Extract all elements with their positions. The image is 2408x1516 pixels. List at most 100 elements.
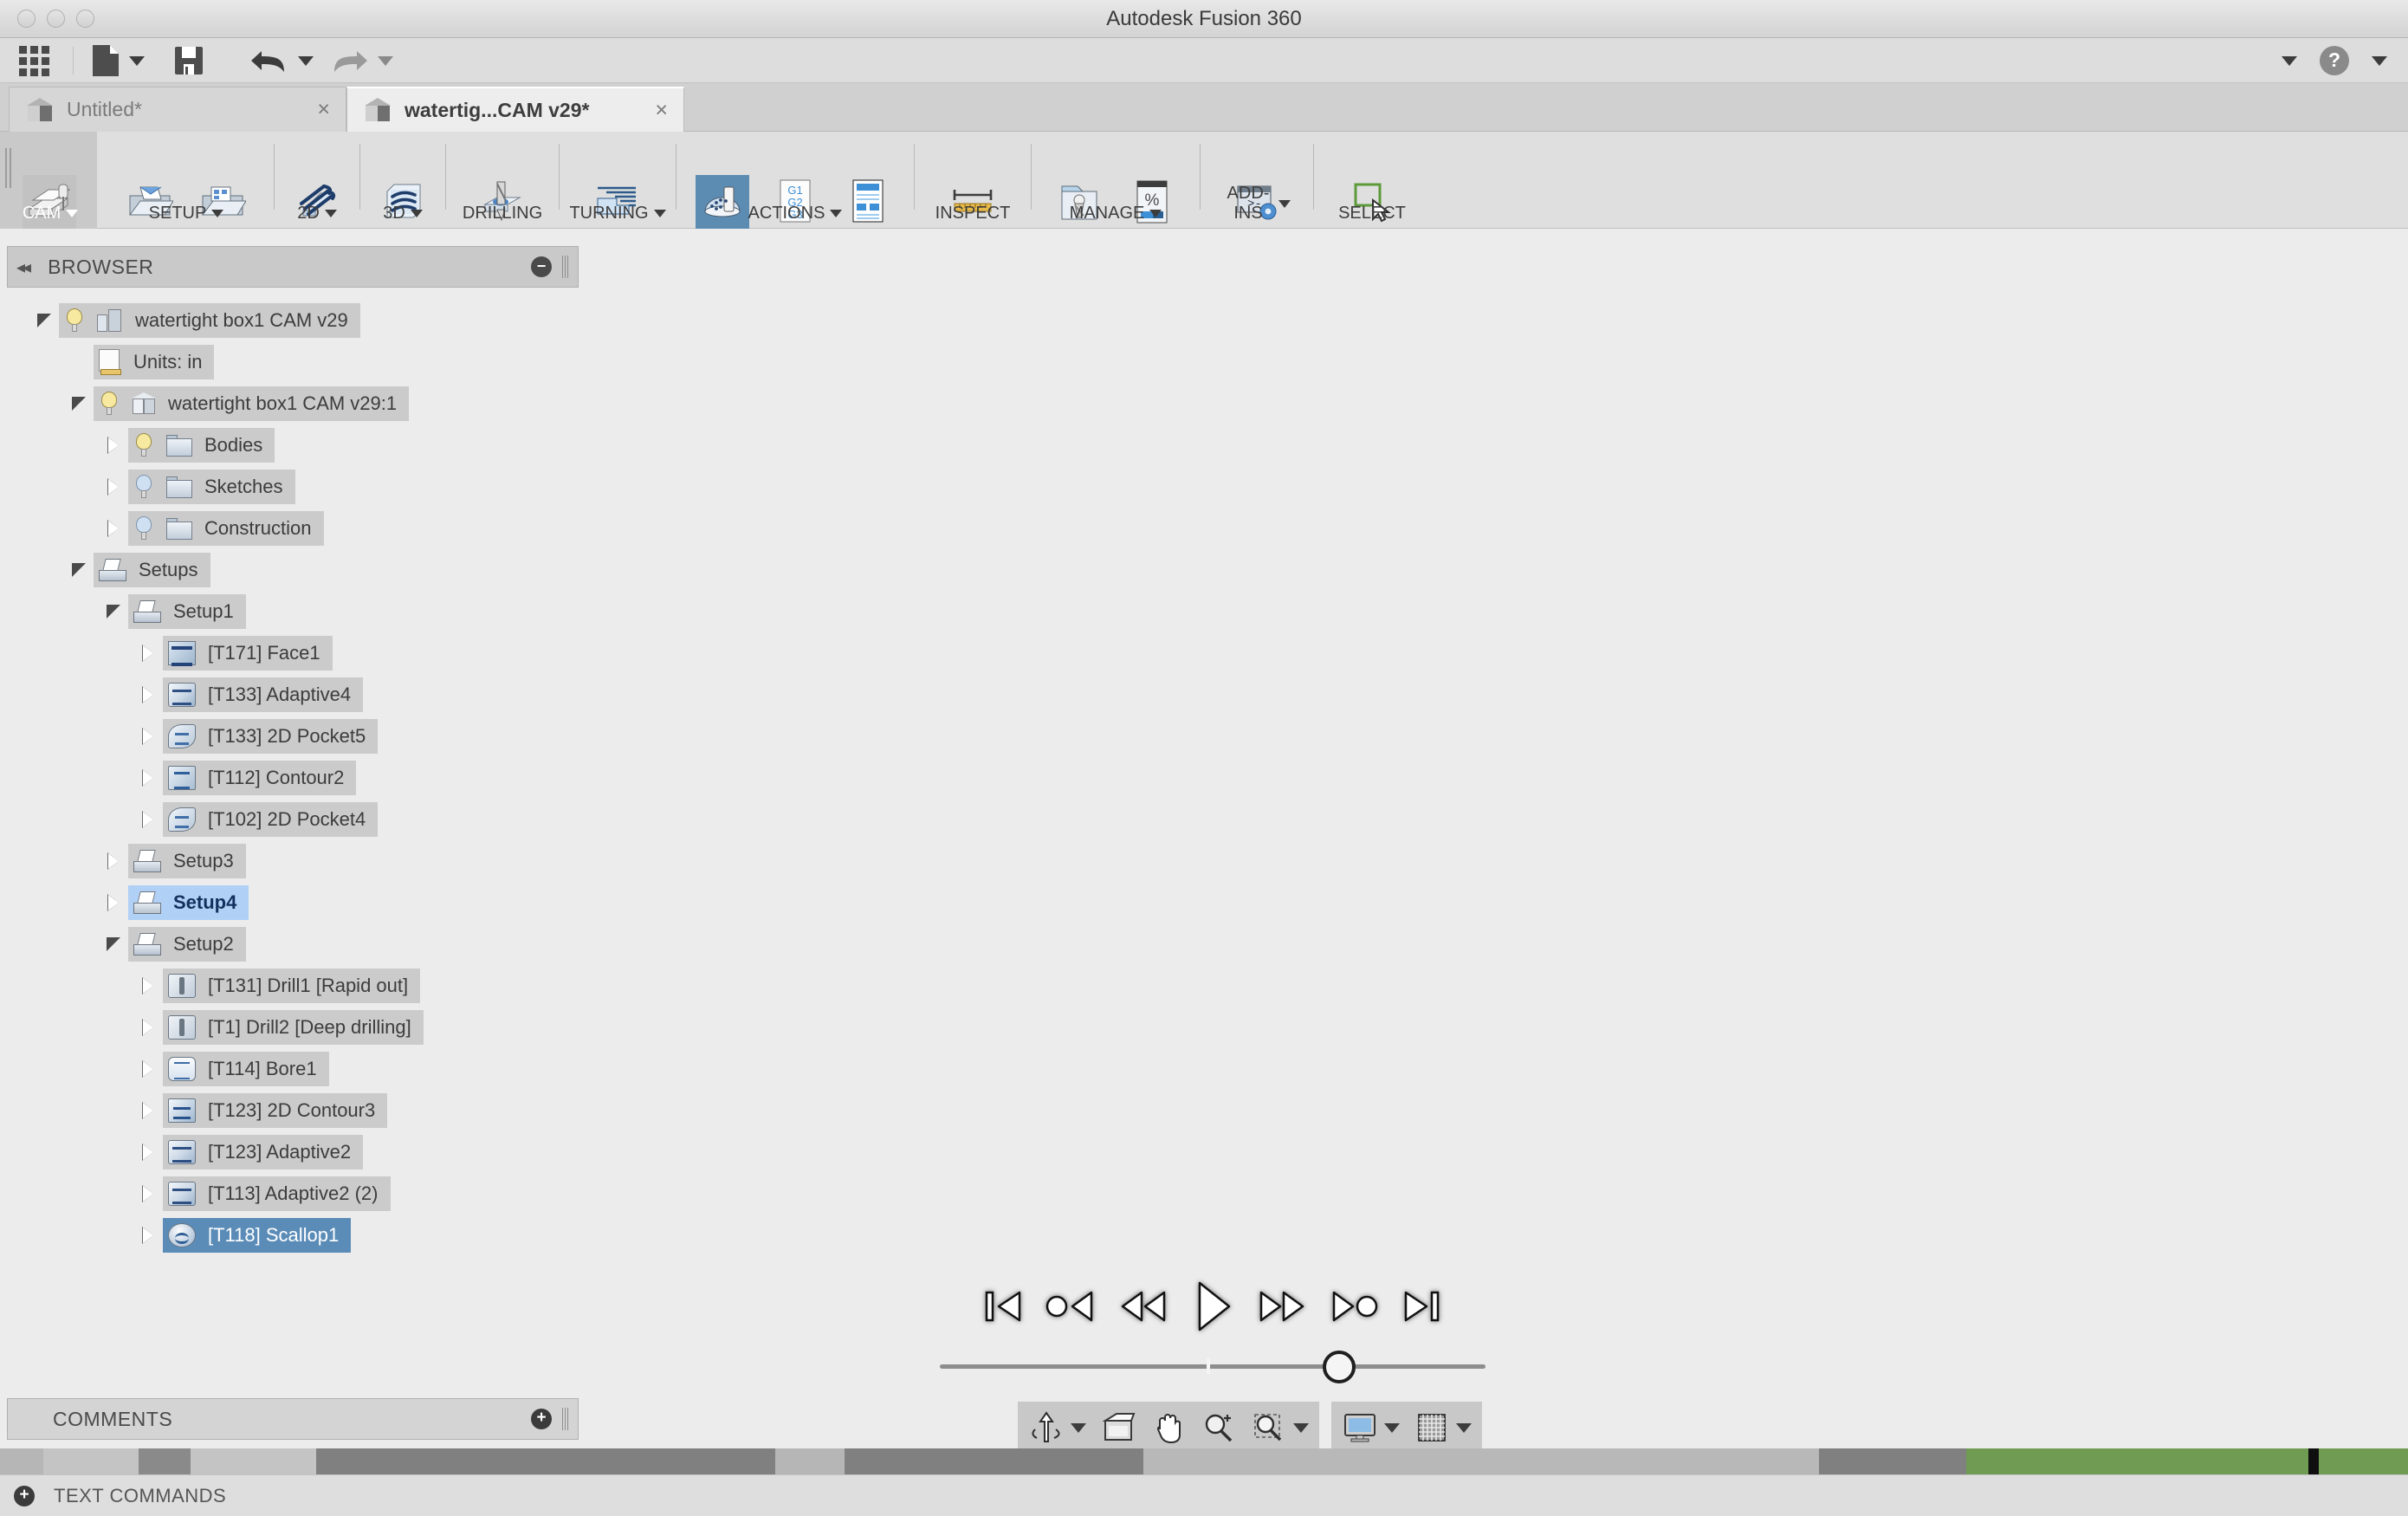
chevron-collapsed-icon[interactable] — [141, 977, 154, 994]
chevron-collapsed-icon[interactable] — [141, 811, 154, 828]
ribbon-group-label-manage[interactable]: MANAGE — [1045, 204, 1186, 224]
orbit-button[interactable] — [1028, 1409, 1086, 1446]
chevron-collapsed-icon[interactable] — [141, 728, 154, 745]
visibility-bulb-icon[interactable] — [133, 475, 154, 499]
tree-item-content[interactable]: watertight box1 CAM v29 — [59, 303, 360, 338]
ribbon-group-label-drilling[interactable]: DRILLING — [463, 204, 542, 224]
tree-item-content[interactable]: [T133] 2D Pocket5 — [163, 719, 379, 754]
tree-twisty[interactable] — [133, 1019, 163, 1036]
chevron-collapsed-icon[interactable] — [141, 769, 154, 787]
step-back-operation-button[interactable] — [1043, 1284, 1098, 1333]
undo-button[interactable] — [249, 38, 314, 83]
skip-to-end-button[interactable] — [1399, 1284, 1444, 1333]
tree-item-t123-adaptive2[interactable]: [T123] Adaptive2 — [0, 1131, 589, 1173]
ribbon-group-2d[interactable]: 2D — [278, 132, 356, 229]
tree-twisty[interactable] — [99, 894, 128, 911]
ribbon-group-turning[interactable]: TURNING — [563, 132, 672, 229]
status-bar[interactable]: + TEXT COMMANDS — [0, 1474, 2408, 1516]
ribbon-group-label-turning[interactable]: TURNING — [569, 204, 666, 224]
skip-to-start-button[interactable] — [981, 1284, 1026, 1333]
tree-item-content[interactable]: watertight box1 CAM v29:1 — [94, 386, 410, 421]
save-button[interactable] — [173, 38, 204, 83]
tree-twisty[interactable] — [133, 1227, 163, 1244]
tree-item-t171-face1[interactable]: [T171] Face1 — [0, 632, 589, 674]
chevron-collapsed-icon[interactable] — [141, 1060, 154, 1078]
tree-item-t118-scallop1[interactable]: [T118] Scallop1 — [0, 1215, 589, 1256]
redo-button[interactable] — [329, 38, 393, 83]
tree-twisty[interactable] — [99, 937, 128, 951]
ribbon-group-label-actions[interactable]: ACTIONS — [689, 204, 902, 224]
ribbon-grip-handle[interactable] — [5, 148, 16, 188]
tree-item-content[interactable]: [T131] Drill1 [Rapid out] — [163, 969, 421, 1003]
document-tab-bar[interactable]: Untitled* × watertig...CAM v29* × — [0, 83, 2408, 132]
ribbon-group-label-select[interactable]: SELECT — [1338, 204, 1406, 224]
chevron-down-icon[interactable] — [324, 210, 337, 217]
timeline-track[interactable] — [940, 1364, 1486, 1369]
chevron-down-icon[interactable] — [830, 210, 843, 217]
tree-twisty[interactable] — [133, 1102, 163, 1119]
chevron-collapsed-icon[interactable] — [107, 478, 120, 496]
tree-item-bodies[interactable]: Bodies — [0, 424, 589, 466]
simulation-timeline[interactable] — [940, 1347, 1486, 1387]
chevron-collapsed-icon[interactable] — [141, 1185, 154, 1202]
tree-item-setup1[interactable]: Setup1 — [0, 591, 589, 632]
chevron-collapsed-icon[interactable] — [141, 645, 154, 662]
chevron-down-icon[interactable] — [1149, 210, 1162, 217]
tree-item-content[interactable]: [T1] Drill2 [Deep drilling] — [163, 1010, 424, 1045]
tree-twisty[interactable] — [99, 478, 128, 496]
chevron-down-icon[interactable] — [1456, 1422, 1472, 1433]
double-chevron-left-icon[interactable]: ◂◂ — [16, 256, 31, 278]
navigation-bar-display-segment[interactable] — [1331, 1402, 1482, 1454]
tree-item-t131-drill1-rapid-out[interactable]: [T131] Drill1 [Rapid out] — [0, 965, 589, 1007]
comments-panel-header[interactable]: COMMENTS + — [7, 1398, 579, 1440]
tree-item-setups[interactable]: Setups — [0, 549, 589, 591]
tree-item-content[interactable]: [T113] Adaptive2 (2) — [163, 1176, 391, 1211]
chevron-expanded-icon[interactable] — [107, 605, 120, 619]
tree-item-content[interactable]: Setup1 — [128, 594, 246, 629]
tree-twisty[interactable] — [64, 563, 94, 577]
chevron-down-icon[interactable] — [1293, 1422, 1309, 1433]
visibility-bulb-icon[interactable] — [133, 433, 154, 457]
visibility-bulb-icon[interactable] — [64, 308, 85, 333]
plus-circle-icon[interactable]: + — [531, 1409, 552, 1429]
chevron-collapsed-icon[interactable] — [107, 894, 120, 911]
panel-resize-grip[interactable] — [562, 256, 569, 278]
visibility-bulb-icon[interactable] — [133, 516, 154, 541]
quick-access-toolbar[interactable]: ? — [0, 38, 2408, 83]
navigation-bar[interactable] — [1018, 1402, 1482, 1454]
ribbon-group-3d[interactable]: 3D — [364, 132, 442, 229]
tree-item-t133-adaptive4[interactable]: [T133] Adaptive4 — [0, 674, 589, 716]
tree-twisty[interactable] — [64, 397, 94, 411]
tree-twisty[interactable] — [99, 605, 128, 619]
tree-item-t1-drill2-deep-drilling[interactable]: [T1] Drill2 [Deep drilling] — [0, 1007, 589, 1048]
ribbon-group-label-inspect[interactable]: INSPECT — [935, 204, 1011, 224]
chevron-expanded-icon[interactable] — [107, 937, 120, 951]
ribbon-group-select[interactable]: SELECT — [1317, 132, 1427, 229]
tree-item-content[interactable]: Construction — [128, 511, 324, 546]
view-cube-svg[interactable]: TOP FRONT RIGHT — [2183, 229, 2382, 402]
tree-item-watertight-box1-cam-v29[interactable]: watertight box1 CAM v29 — [0, 300, 589, 341]
grid-snaps-button[interactable] — [1414, 1409, 1472, 1446]
chevron-collapsed-icon[interactable] — [141, 1102, 154, 1119]
chevron-down-icon[interactable] — [129, 55, 145, 66]
simulation-playback-controls[interactable] — [940, 1260, 1486, 1356]
zoom-window-button[interactable] — [1251, 1409, 1309, 1446]
tree-item-content[interactable]: [T123] 2D Contour3 — [163, 1093, 388, 1128]
ribbon-group-actions[interactable]: G1 G2 G3 ACTIONS — [680, 132, 910, 229]
tree-twisty[interactable] — [133, 686, 163, 703]
tree-item-content[interactable]: Sketches — [128, 470, 295, 504]
ribbon-group-label-addins[interactable]: ADD-INS — [1223, 184, 1291, 224]
timeline-slider-handle[interactable] — [1323, 1351, 1356, 1383]
chevron-down-icon[interactable] — [66, 210, 79, 217]
tree-item-t123-2d-contour3[interactable]: [T123] 2D Contour3 — [0, 1090, 589, 1131]
chevron-collapsed-icon[interactable] — [141, 1019, 154, 1036]
step-forward-operation-button[interactable] — [1327, 1284, 1382, 1333]
browser-panel-header[interactable]: ◂◂ BROWSER − — [7, 246, 579, 288]
tree-item-t114-bore1[interactable]: [T114] Bore1 — [0, 1048, 589, 1090]
panel-resize-grip[interactable] — [562, 1408, 569, 1430]
ribbon-group-addins[interactable]: >- ADD-INS — [1204, 132, 1310, 229]
chevron-expanded-icon[interactable] — [37, 314, 51, 327]
tree-twisty[interactable] — [29, 314, 59, 327]
look-at-button[interactable] — [1100, 1409, 1136, 1446]
tree-item-content[interactable]: [T123] Adaptive2 — [163, 1135, 364, 1169]
